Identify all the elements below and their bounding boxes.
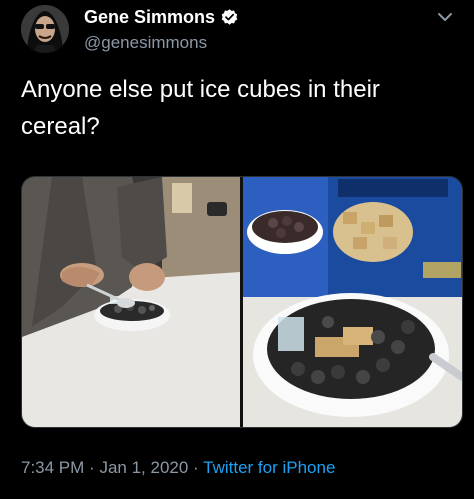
meta-separator-2: · bbox=[193, 458, 199, 477]
tweet-source-link[interactable]: Twitter for iPhone bbox=[203, 458, 335, 477]
author-name-row[interactable]: Gene Simmons bbox=[84, 7, 239, 28]
display-name[interactable]: Gene Simmons bbox=[84, 7, 215, 28]
tweet-text: Anyone else put ice cubes in their cerea… bbox=[21, 76, 380, 140]
avatar-image bbox=[21, 5, 69, 53]
meta-separator: · bbox=[89, 458, 95, 477]
user-handle[interactable]: @genesimmons bbox=[84, 33, 207, 53]
photo-man-eating-cereal[interactable] bbox=[22, 177, 240, 427]
verified-badge-icon bbox=[220, 8, 239, 27]
tweet-date[interactable]: Jan 1, 2020 bbox=[99, 458, 188, 477]
tweet-media[interactable] bbox=[21, 176, 463, 428]
tweet-meta: 7:34 PM · Jan 1, 2020 · Twitter for iPho… bbox=[21, 458, 335, 478]
chevron-down-icon[interactable] bbox=[437, 12, 453, 22]
avatar[interactable] bbox=[21, 5, 69, 53]
tweet-time[interactable]: 7:34 PM bbox=[21, 458, 84, 477]
photo-cereal-with-ice[interactable] bbox=[243, 177, 462, 427]
tweet: Gene Simmons @genesimmons Anyone else pu… bbox=[0, 0, 474, 499]
